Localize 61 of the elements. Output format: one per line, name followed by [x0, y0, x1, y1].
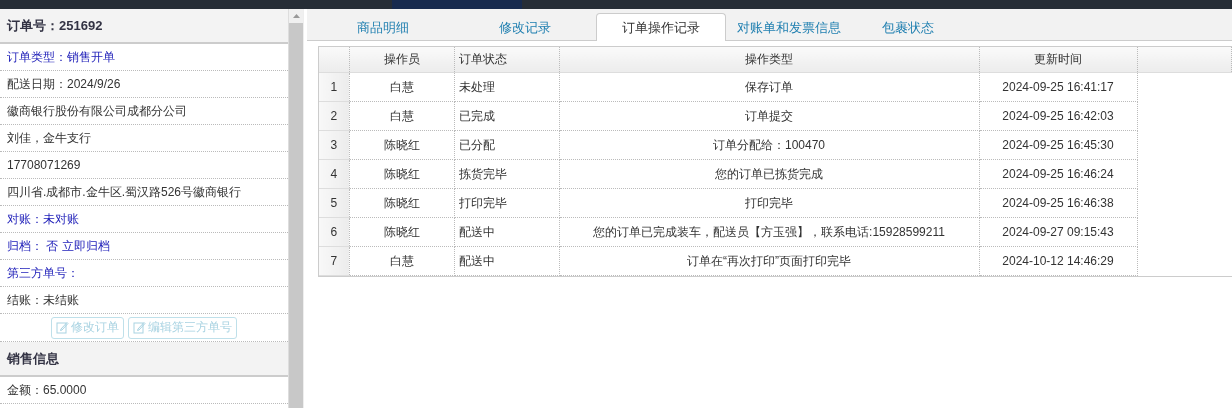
- edit-icon: [133, 321, 146, 334]
- table-cell: 您的订单已拣货完成: [559, 159, 979, 189]
- info-link[interactable]: 订单类型：销售开单: [0, 44, 288, 71]
- edit-icon: [56, 321, 69, 334]
- info-text: 结账：未结账: [0, 287, 288, 314]
- table-cell: 陈晓红: [349, 188, 454, 218]
- info-text: 金额：65.0000: [0, 377, 288, 404]
- row-number: 3: [319, 130, 349, 160]
- table-cell: 白慧: [349, 72, 454, 102]
- info-link[interactable]: 对账：未对账: [0, 206, 288, 233]
- column-header: 操作员: [349, 47, 454, 73]
- tab[interactable]: 订单操作记录: [596, 13, 726, 41]
- row-number: 6: [319, 217, 349, 247]
- column-header: 操作类型: [559, 47, 979, 73]
- table-cell: 订单分配给：100470: [559, 130, 979, 160]
- tab[interactable]: 商品明细: [312, 14, 454, 41]
- row-number: 2: [319, 101, 349, 131]
- table-cell: 已分配: [454, 130, 559, 160]
- tab[interactable]: 修改记录: [454, 14, 596, 41]
- table-cell: 保存订单: [559, 72, 979, 102]
- table-cell: 白慧: [349, 101, 454, 131]
- row-number: 7: [319, 246, 349, 276]
- table-cell: 打印完毕: [559, 188, 979, 218]
- info-link[interactable]: 归档： 否 立即归档: [0, 233, 288, 260]
- table-cell: 打印完毕: [454, 188, 559, 218]
- table-cell: 陈晓红: [349, 130, 454, 160]
- table-cell: 2024-10-12 14:46:29: [979, 246, 1137, 276]
- table-cell: 订单在“再次打印”页面打印完毕: [559, 246, 979, 276]
- info-text: 刘佳，金牛支行: [0, 125, 288, 152]
- info-link[interactable]: 第三方单号：: [0, 260, 288, 287]
- table-cell: 白慧: [349, 246, 454, 276]
- info-text: 配送日期：2024/9/26: [0, 71, 288, 98]
- row-number: 4: [319, 159, 349, 189]
- column-header: 订单状态: [454, 47, 559, 73]
- section-title: 销售信息: [0, 342, 288, 377]
- table-cell: 订单提交: [559, 101, 979, 131]
- table-cell: 2024-09-25 16:46:24: [979, 159, 1137, 189]
- info-text: 四川省.成都市.金牛区.蜀汉路526号徽商银行: [0, 179, 288, 206]
- table-cell: 2024-09-27 09:15:43: [979, 217, 1137, 247]
- table-cell: 2024-09-25 16:42:03: [979, 101, 1137, 131]
- table-cell: 2024-09-25 16:45:30: [979, 130, 1137, 160]
- row-number: 1: [319, 72, 349, 102]
- table-cell: 您的订单已完成装车，配送员【方玉强】，联系电话:15928599211: [559, 217, 979, 247]
- table-cell: 已完成: [454, 101, 559, 131]
- table-cell: 配送中: [454, 217, 559, 247]
- table-cell: 拣货完毕: [454, 159, 559, 189]
- table-cell: 配送中: [454, 246, 559, 276]
- table-cell: 2024-09-25 16:46:38: [979, 188, 1137, 218]
- scrollbar[interactable]: [289, 9, 304, 408]
- column-header: 更新时间: [979, 47, 1137, 73]
- table-cell: 陈晓红: [349, 159, 454, 189]
- up-arrow-icon[interactable]: [292, 14, 300, 18]
- info-text: 17708071269: [0, 152, 288, 179]
- row-number: 5: [319, 188, 349, 218]
- table-cell: 2024-09-25 16:41:17: [979, 72, 1137, 102]
- table-cell: 未处理: [454, 72, 559, 102]
- tab[interactable]: 包裹状态: [852, 14, 964, 41]
- tab[interactable]: 对账单和发票信息: [726, 14, 852, 41]
- panel-title: 订单号：251692: [0, 9, 288, 44]
- info-text: 徽商银行股份有限公司成都分公司: [0, 98, 288, 125]
- table-cell: 陈晓红: [349, 217, 454, 247]
